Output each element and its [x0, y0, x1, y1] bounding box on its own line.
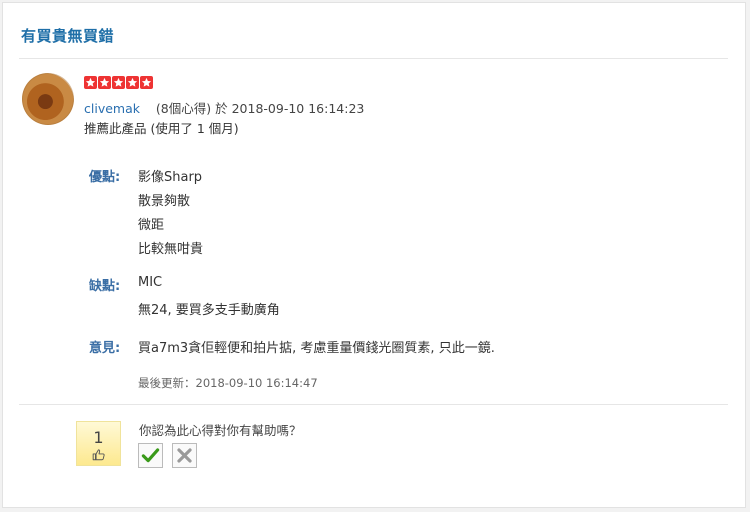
cons-label: 缺點:: [89, 279, 121, 294]
review-timestamp: 2018-09-10 16:14:23: [231, 101, 365, 116]
opinion-label: 意見:: [89, 341, 121, 356]
last-updated: 最後更新：2018-09-10 16:14:47: [138, 376, 318, 390]
star-icon: [126, 76, 139, 89]
review-card: 有買貴無買錯 clivemak (8個心得) 於 2018-09-10 16:1…: [2, 2, 746, 508]
pros-item: 比較無咁貴: [138, 242, 204, 257]
post-count: (8個心得): [155, 101, 212, 116]
review-title: 有買貴無買錯: [21, 27, 115, 45]
check-icon: [141, 448, 160, 463]
thumbs-up-icon: [92, 449, 105, 461]
cons-item: MIC: [138, 275, 163, 290]
rating-stars: [84, 76, 153, 89]
helpful-count: 1: [93, 428, 104, 447]
pros-item: 影像Sharp: [138, 170, 203, 185]
helpful-no-button[interactable]: [172, 443, 197, 468]
helpful-yes-button[interactable]: [138, 443, 163, 468]
pros-item: 微距: [138, 218, 165, 233]
star-icon: [84, 76, 97, 89]
star-icon: [98, 76, 111, 89]
footer-divider: [19, 404, 728, 405]
helpful-count-box: 1: [76, 421, 121, 466]
cross-icon: [177, 448, 192, 463]
helpful-question: 你認為此心得對你有幫助嗎？: [139, 423, 302, 438]
pros-item: 散景夠散: [138, 194, 191, 209]
recommend-text: 推薦此產品 (使用了 1 個月): [84, 121, 239, 136]
time-prefix: 於: [215, 101, 228, 116]
review-meta: clivemak (8個心得) 於 2018-09-10 16:14:23: [84, 98, 364, 117]
avatar[interactable]: [22, 73, 74, 125]
star-icon: [140, 76, 153, 89]
title-divider: [19, 58, 728, 59]
cons-item: 無24, 要買多支手動廣角: [138, 303, 280, 318]
star-icon: [112, 76, 125, 89]
opinion-text: 買a7m3貪佢輕便和拍片掂, 考慮重量價錢光圈質素, 只此一鏡.: [138, 341, 495, 356]
username-link[interactable]: clivemak: [84, 101, 140, 116]
pros-label: 優點:: [89, 170, 121, 185]
